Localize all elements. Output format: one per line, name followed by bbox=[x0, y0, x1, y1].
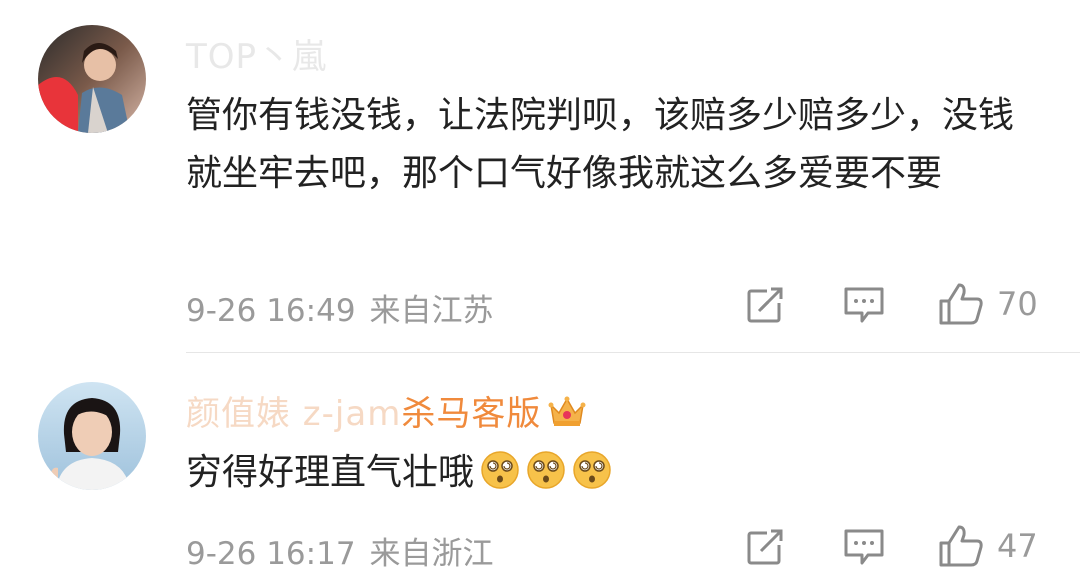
share-button[interactable] bbox=[745, 283, 787, 325]
share-button[interactable] bbox=[745, 525, 787, 567]
reply-button[interactable] bbox=[842, 283, 886, 325]
thumbs-up-icon bbox=[939, 283, 983, 325]
comment-text: 穷得好理直气壮哦 bbox=[186, 444, 612, 508]
thumbs-up-icon bbox=[939, 525, 983, 567]
comment-meta: 9-26 16:17 来自浙江 bbox=[186, 528, 494, 573]
username[interactable]: TOP丶嵐 bbox=[186, 29, 327, 78]
comment-time: 9-26 16:49 bbox=[186, 293, 356, 329]
comment-time: 9-26 16:17 bbox=[186, 536, 356, 572]
comment-icon bbox=[844, 529, 884, 565]
dizzy-face-icon bbox=[526, 450, 566, 508]
avatar[interactable] bbox=[38, 382, 146, 490]
comment-location: 来自浙江 bbox=[369, 536, 494, 572]
crown-icon bbox=[547, 393, 587, 438]
like-count: 70 bbox=[997, 285, 1038, 323]
share-icon bbox=[747, 527, 785, 565]
share-icon bbox=[747, 285, 785, 323]
avatar[interactable] bbox=[38, 25, 146, 133]
comment-icon bbox=[844, 287, 884, 323]
comment-text-content: 穷得好理直气壮哦 bbox=[186, 452, 475, 493]
like-button[interactable]: 47 bbox=[937, 523, 1038, 569]
dizzy-face-icon bbox=[480, 450, 520, 508]
comment-item: TOP丶嵐 管你有钱没钱，让法院判呗，该赔多少赔多少，没钱就坐牢去吧，那个口气好… bbox=[0, 0, 1080, 352]
username[interactable]: 颜值婊 z-jam杀马客版 bbox=[186, 386, 587, 438]
reply-button[interactable] bbox=[842, 525, 886, 567]
like-count: 47 bbox=[997, 527, 1038, 565]
like-button[interactable]: 70 bbox=[937, 281, 1038, 327]
dizzy-face-icon bbox=[572, 450, 612, 508]
comment-meta: 9-26 16:49 来自江苏 bbox=[186, 285, 494, 330]
comment-location: 来自江苏 bbox=[369, 293, 494, 329]
username-strong: 杀马客版 bbox=[401, 394, 542, 434]
comment-text: 管你有钱没钱，让法院判呗，该赔多少赔多少，没钱就坐牢去吧，那个口气好像我就这么多… bbox=[186, 95, 1015, 194]
username-faded: 颜值婊 z-jam bbox=[186, 394, 402, 434]
